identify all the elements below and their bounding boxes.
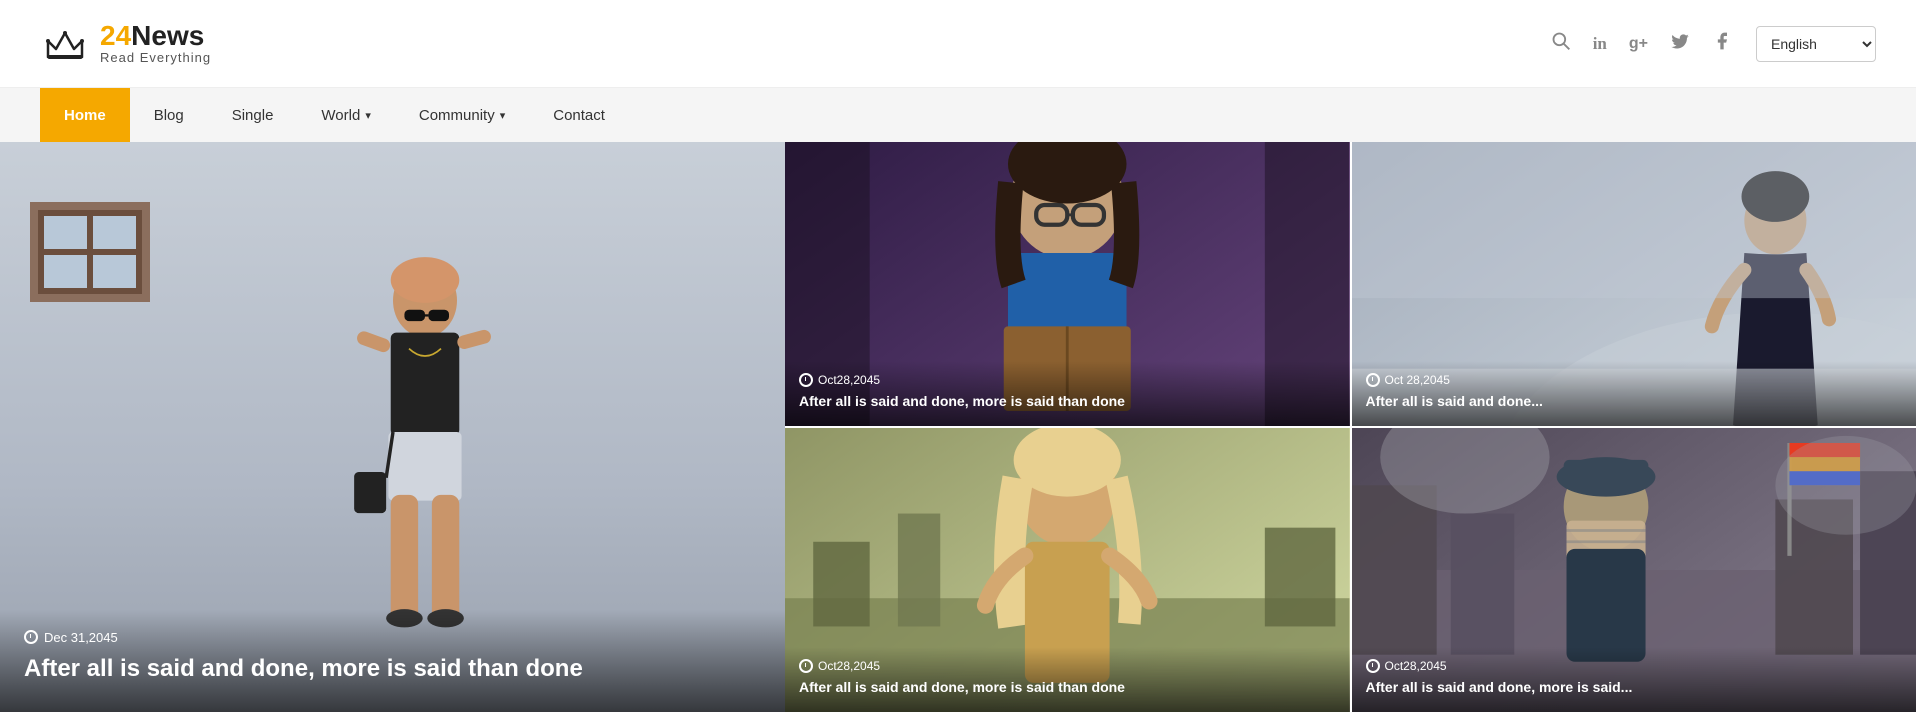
nav-blog[interactable]: Blog [130,88,208,142]
hero-main-date: Dec 31,2045 [24,630,761,645]
card-4-title: After all is said and done, more is said… [1366,678,1903,696]
community-dropdown-caret: ▾ [500,109,506,122]
hero-main-title: After all is said and done, more is said… [24,653,761,684]
clock-icon [24,630,38,644]
language-select[interactable]: English French Spanish German Arabic [1756,26,1876,62]
hero-section: Dec 31,2045 After all is said and done, … [0,142,1916,712]
card-3-overlay: Oct28,2045 After all is said and done, m… [785,647,1350,712]
social-icons: in g+ [1551,31,1732,57]
grid-card-4[interactable]: Oct28,2045 After all is said and done, m… [1352,428,1916,712]
hero-main-card[interactable]: Dec 31,2045 After all is said and done, … [0,142,785,712]
window-pane [93,216,136,249]
google-plus-icon[interactable]: g+ [1629,35,1648,53]
logo-title: 24News [100,22,211,50]
twitter-icon[interactable] [1670,31,1690,56]
window-pane [44,216,87,249]
header-right: in g+ English French Spanish German Arab… [1551,26,1876,62]
window-pane [44,255,87,288]
facebook-icon[interactable] [1712,31,1732,56]
hero-window [30,202,150,302]
clock-icon [799,659,813,673]
nav-home[interactable]: Home [40,88,130,142]
grid-card-3[interactable]: Oct28,2045 After all is said and done, m… [785,428,1350,712]
nav-contact[interactable]: Contact [529,88,629,142]
clock-icon [1366,373,1380,387]
logo-subtitle: Read Everything [100,50,211,65]
hero-grid: Oct28,2045 After all is said and done, m… [785,142,1916,712]
logo-text: 24News Read Everything [100,22,211,65]
clock-icon [1366,659,1380,673]
card-1-date: Oct28,2045 [799,373,1336,387]
card-1-overlay: Oct28,2045 After all is said and done, m… [785,361,1350,426]
search-icon[interactable] [1551,31,1571,57]
logo-icon [40,19,90,69]
card-3-title: After all is said and done, more is said… [799,678,1336,696]
window-pane [93,255,136,288]
card-4-overlay: Oct28,2045 After all is said and done, m… [1352,647,1916,712]
card-3-date: Oct28,2045 [799,659,1336,673]
card-2-date: Oct 28,2045 [1366,373,1903,387]
main-nav: Home Blog Single World ▾ Community ▾ Con… [0,88,1916,142]
card-2-title: After all is said and done... [1366,392,1903,410]
site-header: 24News Read Everything in g+ English Fre… [0,0,1916,88]
hero-main-overlay: Dec 31,2045 After all is said and done, … [0,610,785,712]
grid-card-1[interactable]: Oct28,2045 After all is said and done, m… [785,142,1350,426]
card-1-title: After all is said and done, more is said… [799,392,1336,410]
logo-number: 24 [100,20,131,51]
clock-icon [799,373,813,387]
nav-single[interactable]: Single [208,88,298,142]
card-2-overlay: Oct 28,2045 After all is said and done..… [1352,361,1916,426]
logo-name: News [131,20,204,51]
nav-world[interactable]: World ▾ [297,88,394,142]
linkedin-icon[interactable]: in [1593,34,1607,54]
nav-community[interactable]: Community ▾ [395,88,529,142]
grid-card-2[interactable]: Oct 28,2045 After all is said and done..… [1352,142,1916,426]
card-4-date: Oct28,2045 [1366,659,1903,673]
logo-area[interactable]: 24News Read Everything [40,19,211,69]
world-dropdown-caret: ▾ [365,109,371,122]
